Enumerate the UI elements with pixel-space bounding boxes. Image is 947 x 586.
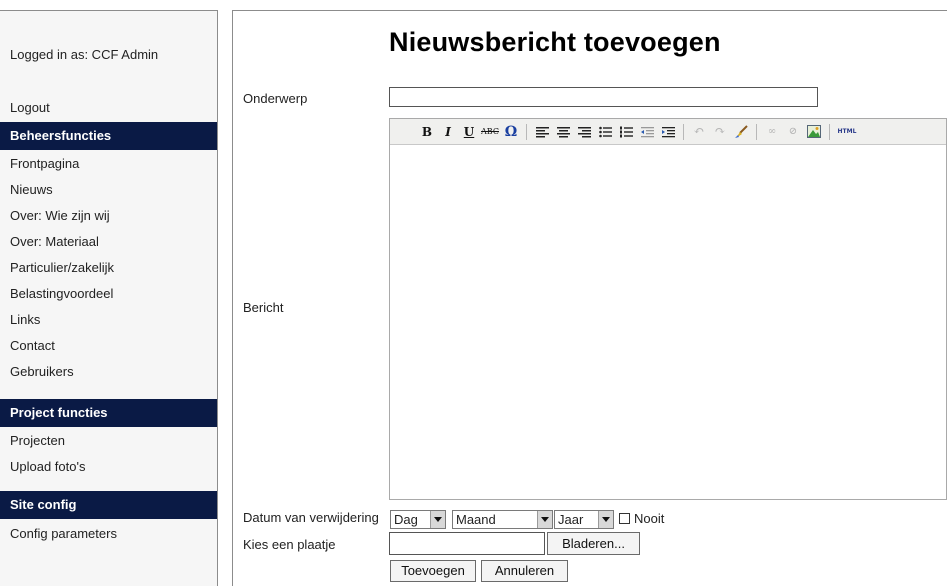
- nav-item-particulier-zakelijk[interactable]: Particulier/zakelijk: [0, 255, 217, 281]
- nav-list-beheersfuncties: Frontpagina Nieuws Over: Wie zijn wij Ov…: [0, 151, 217, 385]
- html-source-icon[interactable]: HTML: [836, 123, 858, 141]
- subject-input[interactable]: [389, 87, 818, 107]
- underline-icon[interactable]: U: [460, 123, 478, 141]
- login-info: Logged in as: CCF Admin: [10, 47, 159, 62]
- month-select[interactable]: Maand: [452, 510, 553, 529]
- nav-item-belastingvoordeel[interactable]: Belastingvoordeel: [0, 281, 217, 307]
- special-char-icon[interactable]: Ω: [502, 123, 520, 141]
- day-select[interactable]: Dag: [390, 510, 446, 529]
- cancel-button[interactable]: Annuleren: [481, 560, 568, 582]
- delete-date-label: Datum van verwijdering: [243, 510, 379, 525]
- page-title: Nieuwsbericht toevoegen: [389, 27, 721, 57]
- indent-icon[interactable]: [659, 123, 677, 141]
- section-header-site-config: Site config: [0, 491, 217, 519]
- never-checkbox[interactable]: [619, 513, 630, 524]
- month-select-value: Maand: [456, 512, 496, 527]
- chevron-down-icon: [430, 511, 445, 528]
- outdent-icon[interactable]: [638, 123, 656, 141]
- align-right-icon[interactable]: [575, 123, 593, 141]
- toolbar-separator: [756, 123, 757, 140]
- redo-icon[interactable]: ↷: [711, 123, 729, 141]
- align-left-icon[interactable]: [533, 123, 551, 141]
- nav-item-wie-zijn-wij[interactable]: Over: Wie zijn wij: [0, 203, 217, 229]
- bold-icon[interactable]: B: [418, 123, 436, 141]
- toolbar-separator: [683, 123, 684, 140]
- italic-icon[interactable]: I: [439, 123, 457, 141]
- bullet-list-icon[interactable]: [596, 123, 614, 141]
- nav-item-gebruikers[interactable]: Gebruikers: [0, 359, 217, 385]
- nav-item-projecten[interactable]: Projecten: [0, 428, 217, 454]
- chevron-down-icon: [537, 511, 552, 528]
- section-header-project-functies: Project functies: [0, 399, 217, 427]
- logout-link[interactable]: Logout: [10, 100, 50, 115]
- editor-content-area[interactable]: [390, 145, 946, 499]
- strikethrough-icon[interactable]: ABC: [481, 123, 499, 141]
- never-label: Nooit: [634, 511, 665, 526]
- section-header-beheersfuncties: Beheersfuncties: [0, 122, 217, 150]
- nav-item-materiaal[interactable]: Over: Materiaal: [0, 229, 217, 255]
- nav-list-project-functies: Projecten Upload foto's: [0, 428, 217, 480]
- submit-button[interactable]: Toevoegen: [390, 560, 476, 582]
- rich-text-editor: B I U ABC Ω ↶ ↷ ∞ ⊘ HTML: [389, 118, 947, 500]
- image-icon[interactable]: [805, 123, 823, 141]
- link-icon[interactable]: ∞: [763, 123, 781, 141]
- nav-list-site-config: Config parameters: [0, 521, 217, 547]
- year-select[interactable]: Jaar: [554, 510, 614, 529]
- message-label: Bericht: [243, 300, 284, 315]
- year-select-value: Jaar: [558, 512, 584, 527]
- toolbar-separator: [526, 123, 527, 140]
- nav-item-config-parameters[interactable]: Config parameters: [0, 521, 217, 547]
- nav-item-nieuws[interactable]: Nieuws: [0, 177, 217, 203]
- browse-button[interactable]: Bladeren...: [547, 532, 640, 555]
- main-panel: Nieuwsbericht toevoegen Onderwerp Berich…: [232, 10, 947, 586]
- nav-item-frontpagina[interactable]: Frontpagina: [0, 151, 217, 177]
- nav-item-contact[interactable]: Contact: [0, 333, 217, 359]
- nav-item-upload-fotos[interactable]: Upload foto's: [0, 454, 217, 480]
- numbered-list-icon[interactable]: [617, 123, 635, 141]
- align-center-icon[interactable]: [554, 123, 572, 141]
- subject-label: Onderwerp: [243, 91, 308, 106]
- undo-icon[interactable]: ↶: [690, 123, 708, 141]
- image-file-input[interactable]: [389, 532, 545, 555]
- cleanup-icon[interactable]: [732, 123, 750, 141]
- toolbar-separator: [829, 123, 830, 140]
- image-label: Kies een plaatje: [243, 537, 336, 552]
- sidebar: Logged in as: CCF Admin Logout Beheersfu…: [0, 10, 218, 586]
- day-select-value: Dag: [394, 512, 418, 527]
- chevron-down-icon: [598, 511, 613, 528]
- nav-item-links[interactable]: Links: [0, 307, 217, 333]
- unlink-icon[interactable]: ⊘: [784, 123, 802, 141]
- editor-toolbar: B I U ABC Ω ↶ ↷ ∞ ⊘ HTML: [390, 119, 946, 145]
